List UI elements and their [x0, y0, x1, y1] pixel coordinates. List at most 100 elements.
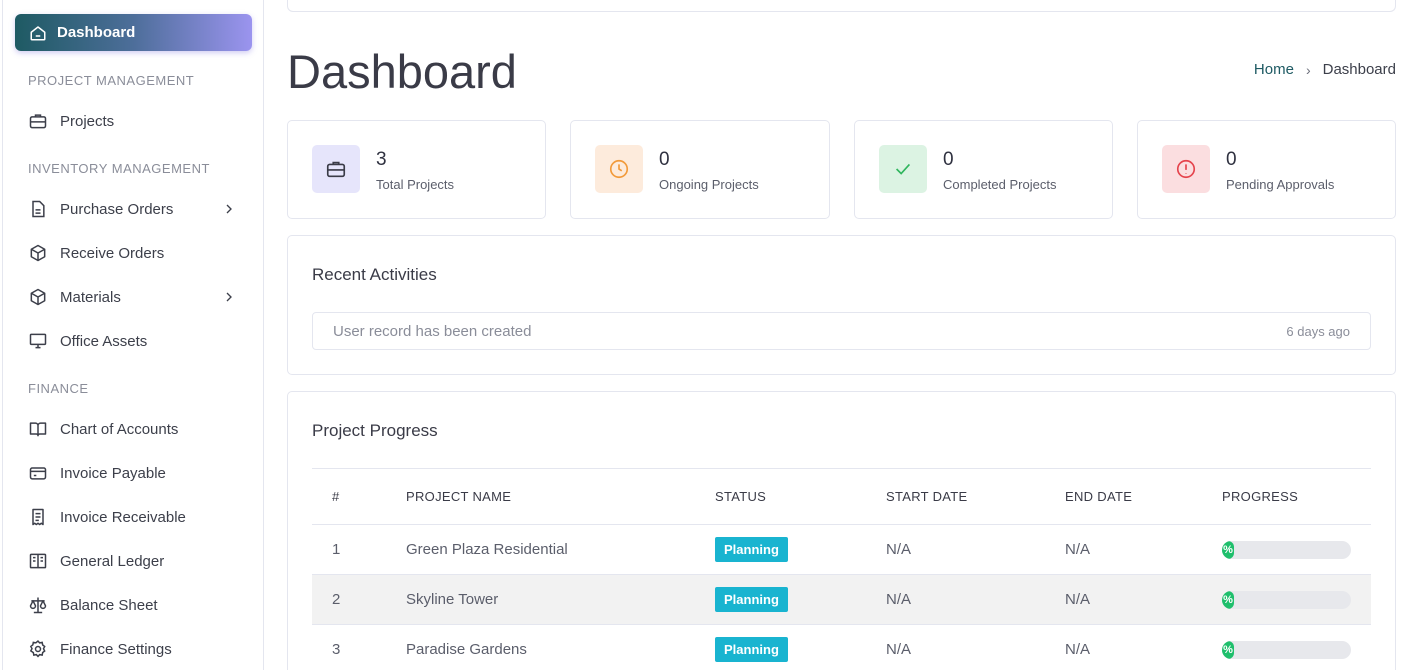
sidebar-item-materials[interactable]: Materials — [28, 284, 243, 310]
sidebar-item-label: Dashboard — [57, 24, 136, 41]
sidebar-item-label: Invoice Receivable — [60, 508, 186, 526]
column-header-project-name: PROJECT NAME — [406, 468, 715, 525]
row-number: 1 — [312, 524, 406, 575]
file-icon — [32, 200, 45, 218]
stat-icon-box — [879, 145, 927, 193]
progress-cell: % — [1222, 574, 1371, 625]
receipt-icon — [32, 508, 44, 526]
breadcrumb-home-link[interactable]: Home — [1254, 61, 1294, 78]
project-name: Paradise Gardens — [406, 624, 715, 670]
stat-icon-box — [595, 145, 643, 193]
progress-bar-fill: % — [1222, 540, 1234, 559]
check-icon — [895, 163, 911, 175]
stat-value: 0 — [943, 149, 954, 170]
stat-card-total-projects: 3 Total Projects — [287, 120, 546, 219]
end-date: N/A — [1065, 574, 1222, 625]
sidebar-item-label: Invoice Payable — [60, 464, 166, 482]
briefcase-icon — [326, 161, 346, 178]
sidebar-item-purchase-orders[interactable]: Purchase Orders — [28, 196, 243, 222]
stat-card-ongoing-projects: 0 Ongoing Projects — [570, 120, 830, 219]
stat-label: Pending Approvals — [1226, 177, 1335, 192]
sidebar-item-projects[interactable]: Projects — [28, 108, 243, 134]
project-name: Skyline Tower — [406, 574, 715, 625]
sidebar-item-label: Projects — [60, 112, 115, 130]
scale-icon — [29, 597, 47, 614]
sidebar-item-label: Balance Sheet — [60, 596, 158, 614]
column-header-number: # — [312, 468, 406, 525]
stat-icon-box — [312, 145, 360, 193]
panel-title: Project Progress — [312, 421, 438, 440]
progress-bar-fill: % — [1222, 640, 1234, 659]
monitor-icon — [29, 333, 47, 349]
sidebar: Dashboard PROJECT MANAGEMENT Projects IN… — [2, 0, 264, 670]
sidebar-item-finance-settings[interactable]: Finance Settings — [28, 636, 243, 662]
start-date: N/A — [886, 524, 1065, 575]
stat-icon-box — [1162, 145, 1210, 193]
box-icon — [30, 244, 46, 262]
table-row[interactable]: 2 Skyline Tower Planning N/A N/A % — [312, 574, 1371, 625]
progress-bar: % — [1222, 540, 1351, 559]
alert-circle-icon — [1176, 159, 1196, 179]
column-header-start-date: START DATE — [886, 468, 1065, 525]
sidebar-item-label: Finance Settings — [60, 640, 172, 658]
chevron-right-icon — [226, 292, 232, 302]
stat-label: Ongoing Projects — [659, 177, 759, 192]
status-badge: Planning — [715, 537, 788, 562]
column-header-status: STATUS — [715, 468, 886, 525]
gear-icon — [29, 640, 46, 658]
stat-value: 0 — [1226, 149, 1237, 170]
status-cell: Planning — [715, 624, 886, 670]
section-title-inventory-management: INVENTORY MANAGEMENT — [28, 161, 210, 176]
page-title: Dashboard — [287, 45, 517, 98]
status-badge: Planning — [715, 587, 788, 612]
sidebar-item-balance-sheet[interactable]: Balance Sheet — [28, 592, 243, 618]
column-header-progress: PROGRESS — [1222, 468, 1371, 525]
briefcase-icon — [29, 114, 47, 129]
sidebar-item-dashboard[interactable]: Dashboard — [15, 14, 252, 51]
recent-activities-panel: Recent Activities User record has been c… — [287, 235, 1396, 375]
activity-text: User record has been created — [333, 323, 532, 340]
sidebar-item-label: Office Assets — [60, 332, 148, 350]
stat-label: Completed Projects — [943, 177, 1057, 192]
stat-label: Total Projects — [376, 177, 455, 192]
status-cell: Planning — [715, 524, 886, 575]
sidebar-item-general-ledger[interactable]: General Ledger — [28, 548, 243, 574]
box-icon — [30, 288, 46, 306]
sidebar-item-label: General Ledger — [60, 552, 165, 570]
progress-cell: % — [1222, 624, 1371, 670]
breadcrumb-current: Dashboard — [1322, 61, 1396, 78]
sidebar-item-office-assets[interactable]: Office Assets — [28, 328, 243, 354]
table-row[interactable]: 1 Green Plaza Residential Planning N/A N… — [312, 524, 1371, 575]
start-date: N/A — [886, 574, 1065, 625]
book-icon — [29, 422, 47, 437]
clock-icon — [609, 159, 629, 179]
table-row[interactable]: 3 Paradise Gardens Planning N/A N/A % — [312, 624, 1371, 670]
end-date: N/A — [1065, 624, 1222, 670]
section-title-project-management: PROJECT MANAGEMENT — [28, 73, 195, 88]
end-date: N/A — [1065, 524, 1222, 575]
chevron-right-icon — [226, 204, 232, 214]
progress-bar: % — [1222, 640, 1351, 659]
ledger-icon — [29, 553, 47, 569]
panel-title: Recent Activities — [312, 265, 437, 284]
stat-card-completed-projects: 0 Completed Projects — [854, 120, 1113, 219]
top-header-bar — [287, 0, 1396, 12]
stat-value: 0 — [659, 149, 670, 170]
breadcrumb: Home › Dashboard — [1254, 61, 1396, 78]
sidebar-item-label: Receive Orders — [60, 244, 165, 262]
sidebar-item-invoice-payable[interactable]: Invoice Payable — [28, 460, 243, 486]
stat-card-pending-approvals: 0 Pending Approvals — [1137, 120, 1396, 219]
activity-item[interactable]: User record has been created 6 days ago — [312, 312, 1371, 350]
sidebar-item-label: Materials — [60, 288, 121, 306]
credit-card-icon — [29, 467, 47, 480]
home-icon — [30, 25, 46, 40]
sidebar-item-receive-orders[interactable]: Receive Orders — [28, 240, 243, 266]
activity-time: 6 days ago — [1286, 324, 1350, 339]
row-number: 3 — [312, 624, 406, 670]
section-title-finance: FINANCE — [28, 381, 89, 396]
progress-bar: % — [1222, 590, 1351, 609]
sidebar-item-invoice-receivable[interactable]: Invoice Receivable — [28, 504, 243, 530]
sidebar-item-chart-of-accounts[interactable]: Chart of Accounts — [28, 416, 243, 442]
project-name: Green Plaza Residential — [406, 524, 715, 575]
start-date: N/A — [886, 624, 1065, 670]
